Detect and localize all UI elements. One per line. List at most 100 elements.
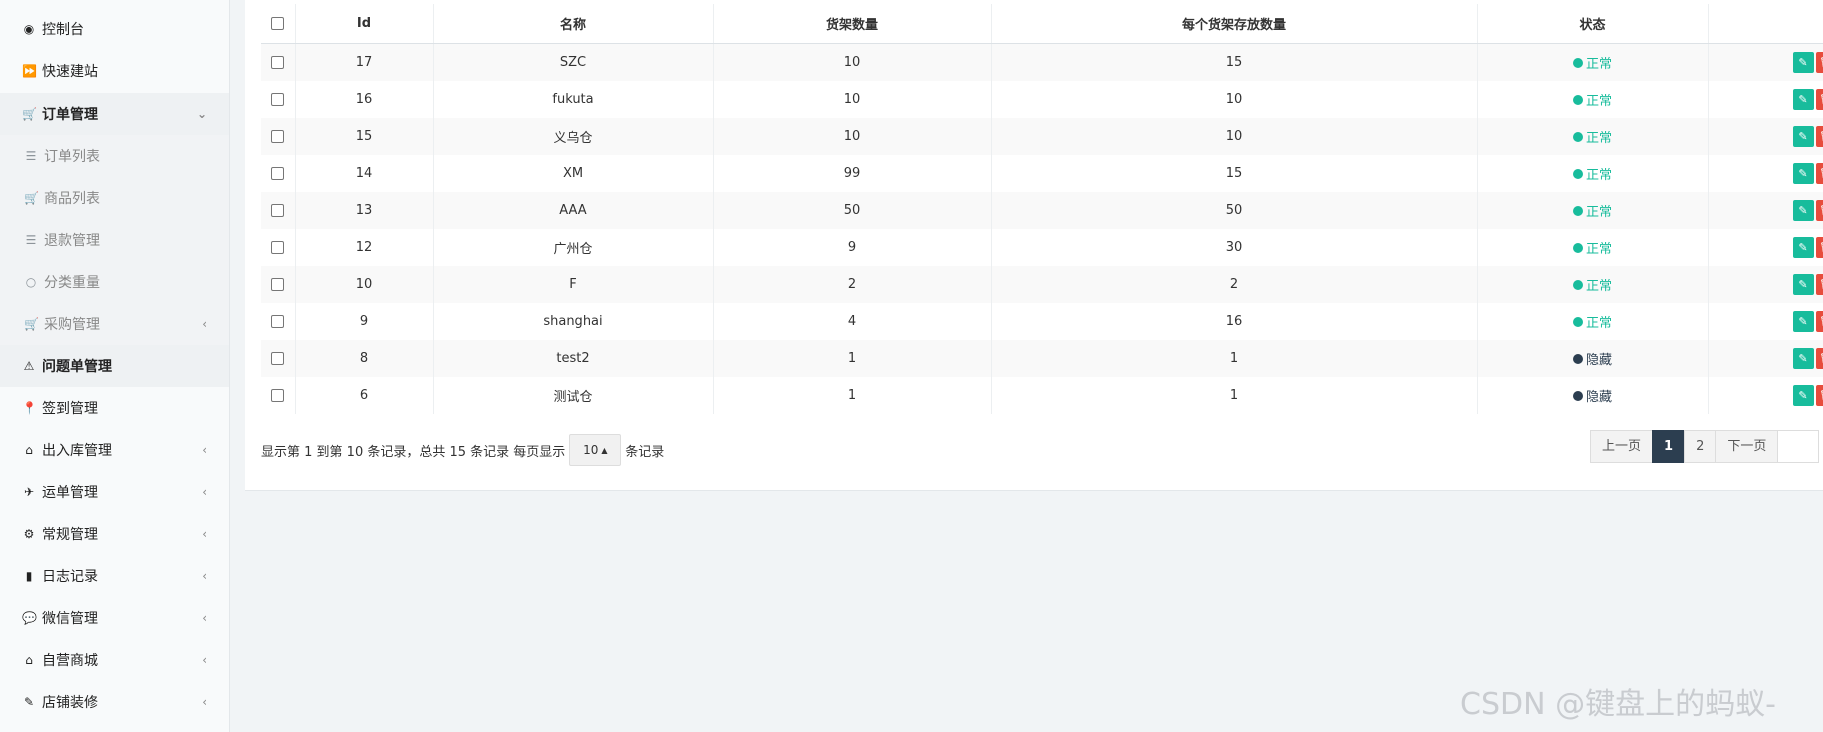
pagination-info: 显示第 1 到第 10 条记录，总共 15 条记录 每页显示 10 ▲ 条记录: [261, 434, 664, 466]
table-row[interactable]: 10F22正常✎🗑: [261, 266, 1823, 303]
edit-button[interactable]: ✎: [1792, 163, 1814, 184]
status-label: 隐藏: [1585, 353, 1612, 368]
trash-icon: 🗑: [1819, 352, 1823, 365]
row-checkbox[interactable]: [271, 167, 284, 180]
row-checkbox[interactable]: [271, 204, 284, 217]
table-row[interactable]: 17SZC1015正常✎🗑: [261, 43, 1823, 81]
sidebar-item-12[interactable]: ⚙ 常规管理 ‹: [0, 513, 229, 555]
table-row[interactable]: 13AAA5050正常✎🗑: [261, 192, 1823, 229]
table-row[interactable]: 12广州仓930正常✎🗑: [261, 229, 1823, 266]
header-per-shelf[interactable]: 每个货架存放数量: [991, 4, 1478, 44]
edit-button[interactable]: ✎: [1792, 200, 1814, 221]
sidebar-item-9[interactable]: 📍 签到管理: [0, 387, 229, 429]
prev-page-button[interactable]: 上一页: [1590, 430, 1654, 463]
table-row[interactable]: 15义乌仓1010正常✎🗑: [261, 118, 1823, 155]
edit-button[interactable]: ✎: [1792, 126, 1814, 147]
warning-icon: ⚠: [23, 359, 35, 373]
sidebar-item-7[interactable]: 🛒 采购管理 ‹: [0, 303, 229, 345]
table-row[interactable]: 14XM9915正常✎🗑: [261, 155, 1823, 192]
sidebar-item-1[interactable]: ⏩ 快速建站: [0, 50, 229, 92]
row-checkbox[interactable]: [271, 315, 284, 328]
row-checkbox[interactable]: [271, 56, 284, 69]
edit-button[interactable]: ✎: [1792, 89, 1814, 110]
sidebar-item-11[interactable]: ✈ 运单管理 ‹: [0, 471, 229, 513]
cogs-icon: ⚙: [23, 527, 35, 541]
row-checkbox-cell: [261, 229, 296, 266]
row-checkbox[interactable]: [271, 93, 284, 106]
next-page-button[interactable]: 下一页: [1715, 430, 1779, 463]
sidebar-item-16[interactable]: ✎ 店铺装修 ‹: [0, 681, 229, 723]
status-badge: 正常: [1572, 238, 1612, 257]
delete-button[interactable]: 🗑: [1815, 237, 1823, 258]
status-dot-icon: [1572, 242, 1583, 253]
cell-id: 8: [295, 340, 434, 377]
row-checkbox[interactable]: [271, 130, 284, 143]
delete-button[interactable]: 🗑: [1815, 200, 1823, 221]
cell-name: AAA: [433, 192, 714, 229]
cell-per-shelf: 1: [991, 377, 1478, 414]
row-checkbox[interactable]: [271, 241, 284, 254]
page-jump-input[interactable]: [1777, 430, 1820, 463]
sidebar-item-13[interactable]: ▮ 日志记录 ‹: [0, 555, 229, 597]
delete-button[interactable]: 🗑: [1815, 52, 1823, 73]
select-all-header: [261, 4, 296, 44]
pencil-icon: ✎: [1798, 93, 1808, 106]
sidebar-item-label: 自营商城: [42, 653, 98, 669]
sidebar-item-14[interactable]: 💬 微信管理 ‹: [0, 597, 229, 639]
table-row[interactable]: 6测试仓11隐藏✎🗑: [261, 377, 1823, 414]
sidebar-item-8[interactable]: ⚠ 问题单管理: [0, 345, 229, 387]
pagination-info-prefix: 显示第 1 到第 10 条记录，总共 15 条记录 每页显示: [261, 444, 566, 460]
delete-button[interactable]: 🗑: [1815, 163, 1823, 184]
page-button-1[interactable]: 1: [1652, 430, 1686, 463]
edit-button[interactable]: ✎: [1792, 348, 1814, 369]
cell-actions: ✎🗑: [1708, 192, 1823, 229]
row-checkbox[interactable]: [271, 389, 284, 402]
status-dot-icon: [1572, 131, 1583, 142]
cell-name: 广州仓: [433, 229, 714, 266]
header-name[interactable]: 名称: [433, 4, 714, 44]
edit-button[interactable]: ✎: [1792, 311, 1814, 332]
cell-actions: ✎🗑: [1708, 43, 1823, 81]
sidebar-item-6[interactable]: ○ 分类重量: [0, 261, 229, 303]
cell-status: 正常: [1477, 43, 1709, 81]
sidebar-item-10[interactable]: ⌂ 出入库管理 ‹: [0, 429, 229, 471]
row-checkbox[interactable]: [271, 352, 284, 365]
page-size-dropdown[interactable]: 10 ▲: [569, 434, 622, 466]
delete-button[interactable]: 🗑: [1815, 274, 1823, 295]
delete-button[interactable]: 🗑: [1815, 311, 1823, 332]
delete-button[interactable]: 🗑: [1815, 385, 1823, 406]
chevron-left-icon: ‹: [202, 443, 207, 457]
select-all-checkbox[interactable]: [271, 17, 284, 30]
table-row[interactable]: 9shanghai416正常✎🗑: [261, 303, 1823, 340]
edit-button[interactable]: ✎: [1792, 274, 1814, 295]
edit-button[interactable]: ✎: [1792, 52, 1814, 73]
header-id[interactable]: Id: [295, 4, 434, 44]
sidebar-item-5[interactable]: ☰ 退款管理: [0, 219, 229, 261]
header-shelf-count[interactable]: 货架数量: [713, 4, 992, 44]
sidebar-item-4[interactable]: 🛒 商品列表: [0, 177, 229, 219]
sidebar-item-label: 日志记录: [42, 569, 98, 585]
sidebar-item-2[interactable]: 🛒 订单管理 ⌄: [0, 93, 229, 135]
cell-id: 10: [295, 266, 434, 303]
header-status[interactable]: 状态: [1477, 4, 1709, 44]
status-label: 正常: [1585, 168, 1612, 183]
cell-name: 义乌仓: [433, 118, 714, 155]
sidebar-item-15[interactable]: ⌂ 自营商城 ‹: [0, 639, 229, 681]
table-row[interactable]: 16fukuta1010正常✎🗑: [261, 81, 1823, 118]
row-checkbox[interactable]: [271, 278, 284, 291]
pencil-icon: ✎: [1798, 389, 1808, 402]
cell-shelf-count: 10: [713, 118, 992, 155]
trash-icon: 🗑: [1819, 315, 1823, 328]
cell-shelf-count: 1: [713, 377, 992, 414]
pencil-icon: ✎: [1798, 167, 1808, 180]
sidebar-item-0[interactable]: ◉ 控制台: [0, 8, 229, 50]
delete-button[interactable]: 🗑: [1815, 126, 1823, 147]
edit-button[interactable]: ✎: [1792, 237, 1814, 258]
table-row[interactable]: 8test211隐藏✎🗑: [261, 340, 1823, 377]
cell-id: 16: [295, 81, 434, 118]
delete-button[interactable]: 🗑: [1815, 348, 1823, 369]
edit-button[interactable]: ✎: [1792, 385, 1814, 406]
delete-button[interactable]: 🗑: [1815, 89, 1823, 110]
page-button-2[interactable]: 2: [1684, 430, 1717, 463]
sidebar-item-3[interactable]: ☰ 订单列表: [0, 135, 229, 177]
